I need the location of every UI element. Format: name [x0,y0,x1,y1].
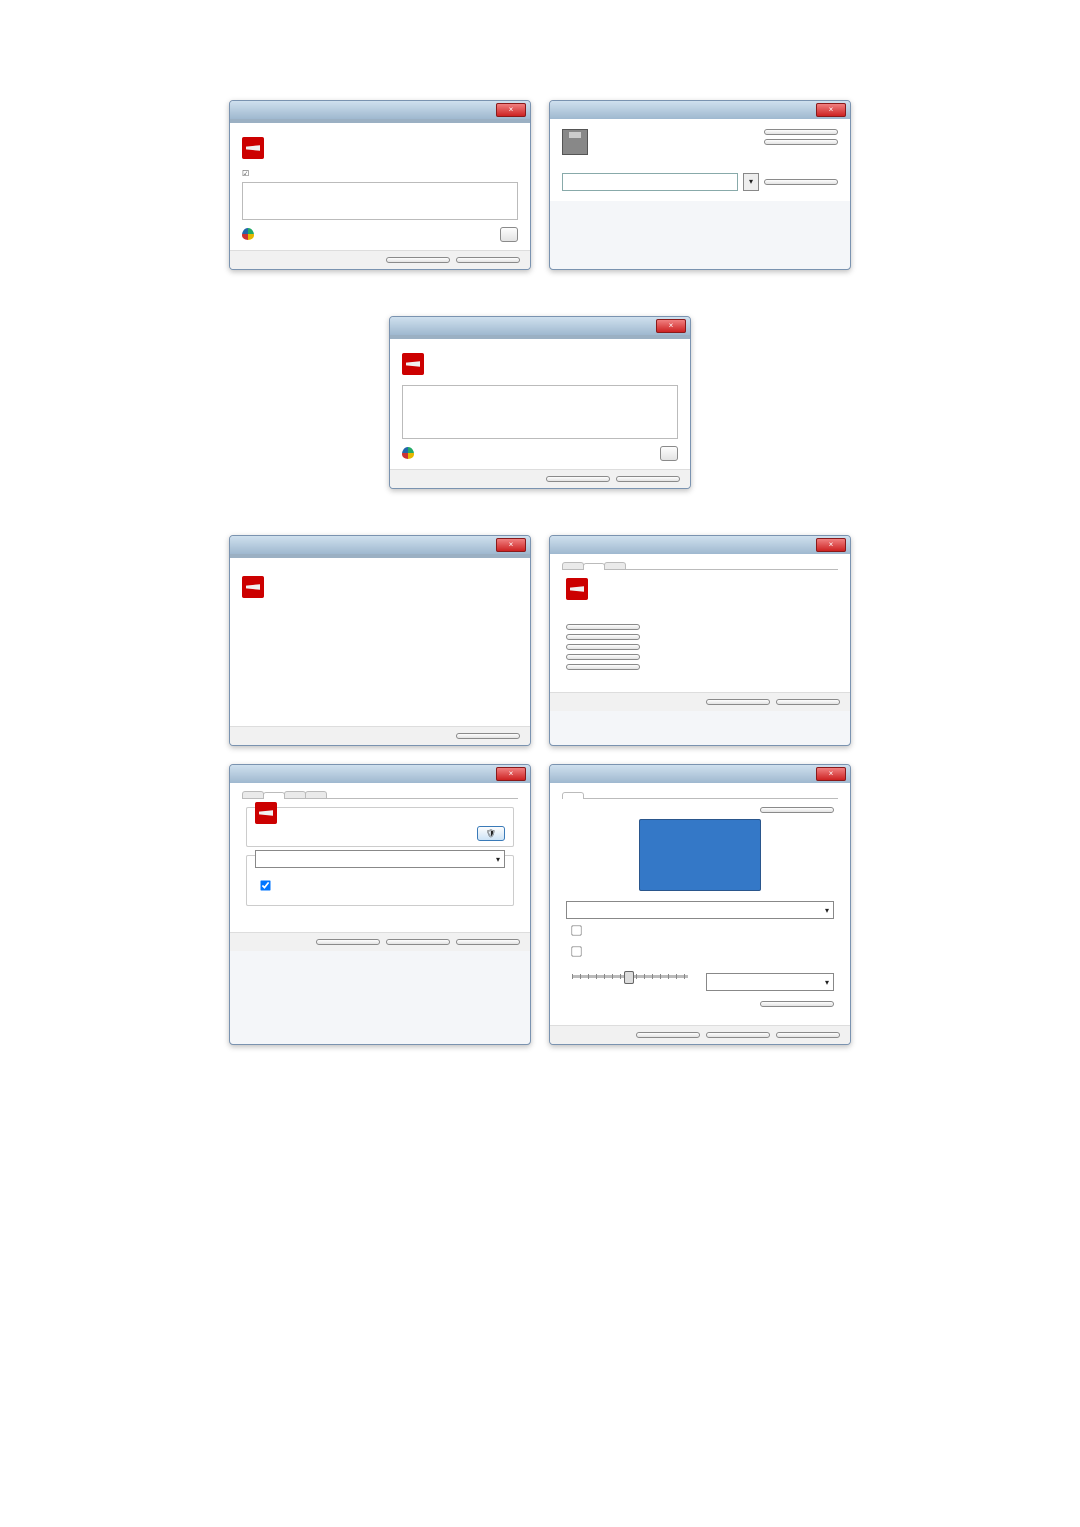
chevron-down-icon: ▾ [825,975,829,990]
display-device-select[interactable]: ▾ [566,901,834,919]
disable-button[interactable] [566,654,640,660]
properties-button[interactable]: 🛡 [477,826,505,841]
monitor-icon [566,578,588,600]
cancel-button[interactable] [386,939,450,945]
monitor-icon [242,576,264,598]
tab-details[interactable] [604,562,626,569]
extend-desktop-checkbox[interactable] [571,946,581,956]
chevron-down-icon: ▾ [825,903,829,918]
cancel-button[interactable] [776,699,840,705]
ok-button[interactable] [316,939,380,945]
colors-select[interactable]: ▾ [706,973,834,991]
document-page: × ☑ [0,0,1080,1527]
shield-icon [402,447,414,459]
display-settings-dialog: × ▾ [549,764,851,1045]
chevron-down-icon: ▾ [496,852,500,867]
monitor-icon [242,137,264,159]
tab-driver[interactable] [583,563,605,570]
browse-button[interactable] [764,179,838,185]
refresh-rate-select[interactable]: ▾ [255,850,505,868]
identify-monitors-button[interactable] [760,807,834,813]
monitor-preview[interactable] [639,819,761,891]
cancel-button[interactable] [616,476,680,482]
hide-modes-checkbox[interactable] [260,880,270,890]
monitor-icon [255,802,277,824]
close-button[interactable] [456,733,520,739]
tab-adapter[interactable] [242,791,264,798]
screenshot-row-3: × × [180,535,900,746]
driver-properties-dialog: × [549,535,851,746]
next-button[interactable] [546,476,610,482]
ok-button[interactable] [636,1032,700,1038]
tab-color-management[interactable] [305,791,327,798]
close-icon[interactable]: × [816,767,846,781]
close-icon[interactable]: × [656,319,686,333]
close-icon[interactable]: × [496,767,526,781]
model-listbox[interactable] [402,385,678,439]
update-driver-window-1: × ☑ [229,100,531,270]
cancel-button[interactable] [764,139,838,145]
main-monitor-checkbox[interactable] [571,925,581,935]
floppy-icon [562,129,588,155]
shield-icon [242,228,254,240]
ok-button[interactable] [764,129,838,135]
rollback-button[interactable] [566,644,640,650]
close-icon[interactable]: × [816,538,846,552]
have-disk-button[interactable] [660,446,678,461]
close-icon[interactable]: × [496,103,526,117]
screenshot-row-4: × 🛡 [180,764,900,1045]
monitor-properties-dialog: × 🛡 [229,764,531,1045]
next-button[interactable] [386,257,450,263]
window-titlebar: × [230,101,530,119]
close-button[interactable] [706,699,770,705]
show-compatible-checkbox[interactable]: ☑ [242,169,518,178]
model-listbox[interactable] [242,182,518,220]
install-from-disk-dialog: × ▾ [549,100,851,270]
update-success-window: × [229,535,531,746]
tab-general[interactable] [562,562,584,569]
screenshot-row-2: × [180,316,900,489]
close-icon[interactable]: × [496,538,526,552]
tab-monitor[interactable] [562,792,584,799]
close-icon[interactable]: × [816,103,846,117]
update-driver-window-2: × [389,316,691,489]
advanced-settings-button[interactable] [760,1001,834,1007]
apply-button[interactable] [776,1032,840,1038]
copy-from-input[interactable] [562,173,738,191]
screenshot-row-1: × ☑ [180,100,900,270]
update-driver-button[interactable] [566,634,640,640]
apply-button[interactable] [456,939,520,945]
cancel-button[interactable] [706,1032,770,1038]
resolution-slider[interactable] [566,975,694,978]
cancel-button[interactable] [456,257,520,263]
have-disk-button[interactable] [500,227,518,242]
tab-monitor[interactable] [263,792,285,799]
tab-troubleshoot[interactable] [284,791,306,798]
monitor-icon [402,353,424,375]
dropdown-arrow-icon[interactable]: ▾ [743,173,759,191]
uninstall-button[interactable] [566,664,640,670]
driver-details-button[interactable] [566,624,640,630]
